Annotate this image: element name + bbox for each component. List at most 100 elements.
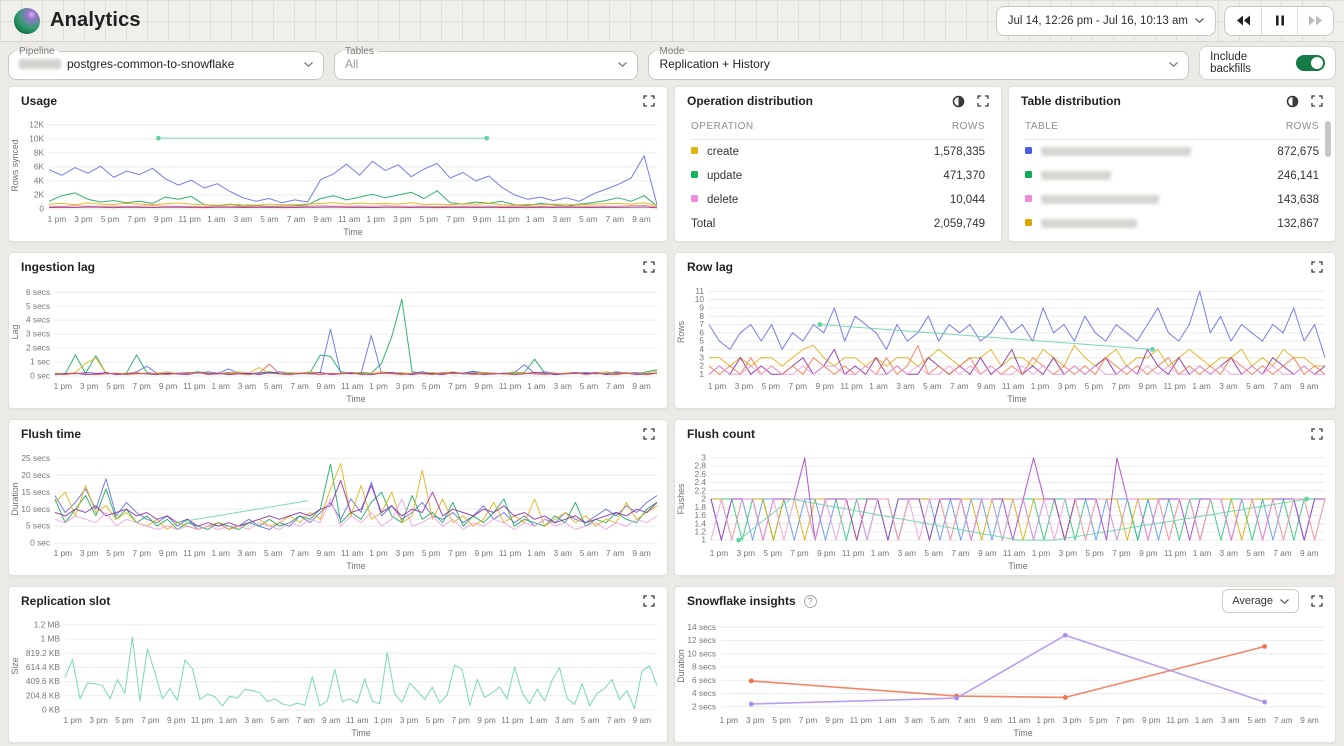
svg-text:7 pm: 7 pm — [448, 548, 467, 558]
svg-text:3 am: 3 am — [1220, 548, 1239, 558]
expand-icon[interactable] — [1311, 595, 1323, 607]
svg-text:3 am: 3 am — [245, 715, 264, 725]
svg-text:5 pm: 5 pm — [1089, 715, 1108, 725]
include-backfills-label: Include backfills — [1210, 51, 1288, 75]
svg-text:1 pm: 1 pm — [710, 548, 729, 558]
series-swatch-icon — [691, 195, 698, 202]
app-logo — [14, 8, 40, 34]
svg-text:14 secs: 14 secs — [687, 622, 716, 632]
svg-text:11 am: 11 am — [341, 381, 364, 391]
svg-text:1 pm: 1 pm — [48, 214, 67, 224]
svg-text:3 am: 3 am — [553, 381, 572, 391]
expand-icon[interactable] — [643, 595, 655, 607]
rewind-button[interactable] — [1225, 7, 1261, 35]
total-row: Total2,059,749 — [691, 212, 985, 236]
date-range-button[interactable]: Jul 14, 12:26 pm - Jul 16, 10:13 am — [996, 6, 1216, 36]
svg-text:9 pm: 9 pm — [815, 381, 834, 391]
svg-text:7 pm: 7 pm — [1116, 715, 1135, 725]
svg-text:3 am: 3 am — [1221, 715, 1240, 725]
pause-button[interactable] — [1261, 7, 1297, 35]
svg-text:1 pm: 1 pm — [369, 381, 388, 391]
svg-text:7 am: 7 am — [607, 715, 626, 725]
svg-text:8K: 8K — [34, 147, 45, 157]
expand-icon[interactable] — [643, 95, 655, 107]
svg-text:Size: Size — [10, 657, 20, 674]
tables-select[interactable]: Tables All — [334, 46, 638, 80]
pipeline-value: postgres-common-to-snowflake — [67, 57, 234, 71]
aggregation-select[interactable]: Average — [1222, 589, 1299, 613]
pipeline-select[interactable]: Pipeline postgres-common-to-snowflake — [8, 46, 324, 80]
expand-icon[interactable] — [643, 428, 655, 440]
svg-text:Time: Time — [351, 728, 370, 738]
flush-count-chart-svg: 11.21.41.61.822.22.42.62.831 pm3 pm5 pm7… — [675, 448, 1335, 573]
svg-text:Time: Time — [1008, 561, 1027, 571]
svg-text:7 am: 7 am — [950, 381, 969, 391]
chevron-down-icon — [1195, 18, 1204, 23]
help-icon[interactable]: ? — [804, 595, 817, 608]
svg-text:11 pm: 11 pm — [1164, 548, 1187, 558]
svg-text:3 pm: 3 pm — [1058, 381, 1077, 391]
expand-icon[interactable] — [1311, 428, 1323, 440]
svg-text:3 secs: 3 secs — [26, 329, 50, 339]
svg-text:Time: Time — [343, 227, 362, 237]
svg-text:11 am: 11 am — [1002, 381, 1025, 391]
expand-icon[interactable] — [1311, 261, 1323, 273]
svg-text:5 am: 5 am — [923, 381, 942, 391]
svg-text:5 am: 5 am — [581, 715, 600, 725]
row-value: 471,370 — [853, 164, 985, 188]
pie-chart-icon[interactable] — [1286, 95, 1299, 108]
svg-text:1 am: 1 am — [527, 381, 546, 391]
svg-text:3 am: 3 am — [552, 214, 571, 224]
svg-text:5 pm: 5 pm — [115, 715, 134, 725]
svg-text:5 secs: 5 secs — [26, 521, 50, 531]
svg-text:9 pm: 9 pm — [1142, 715, 1161, 725]
scrollbar[interactable] — [1325, 121, 1331, 157]
svg-text:5 am: 5 am — [580, 548, 599, 558]
svg-text:9 pm: 9 pm — [159, 381, 178, 391]
svg-text:1 am: 1 am — [211, 548, 230, 558]
svg-text:2 secs: 2 secs — [692, 701, 716, 711]
svg-text:5 am: 5 am — [260, 214, 279, 224]
expand-icon[interactable] — [643, 261, 655, 273]
svg-text:1 am: 1 am — [1192, 381, 1211, 391]
snowflake-insights-card: Snowflake insights ? Average 2 secs4 sec… — [674, 586, 1336, 743]
filter-bar: Pipeline postgres-common-to-snowflake Ta… — [0, 42, 1344, 82]
table-row: create1,578,335 — [691, 140, 985, 165]
svg-text:5 pm: 5 pm — [106, 381, 125, 391]
aggregation-value: Average — [1232, 595, 1273, 607]
date-range-label: Jul 14, 12:26 pm - Jul 16, 10:13 am — [1008, 15, 1188, 27]
svg-text:9 pm: 9 pm — [159, 548, 178, 558]
include-backfills-toggle[interactable] — [1296, 55, 1325, 71]
svg-text:9 am: 9 am — [632, 548, 651, 558]
svg-text:9 am: 9 am — [984, 715, 1003, 725]
column-header: TABLE — [1025, 115, 1263, 140]
chevron-down-icon — [1169, 62, 1178, 67]
svg-text:5 am: 5 am — [580, 381, 599, 391]
expand-icon[interactable] — [1311, 95, 1323, 107]
svg-text:11 pm: 11 pm — [1166, 715, 1189, 725]
svg-text:7 pm: 7 pm — [448, 381, 467, 391]
expand-icon[interactable] — [977, 95, 989, 107]
svg-text:1 am: 1 am — [869, 381, 888, 391]
column-header: ROWS — [1263, 115, 1319, 140]
fast-forward-button[interactable] — [1297, 7, 1333, 35]
svg-text:11 am: 11 am — [341, 548, 364, 558]
svg-text:9 pm: 9 pm — [1139, 548, 1158, 558]
svg-text:9 am: 9 am — [978, 548, 997, 558]
mode-select[interactable]: Mode Replication + History — [648, 46, 1189, 80]
table-row: 872,675 — [1025, 140, 1319, 165]
svg-text:10 secs: 10 secs — [687, 648, 716, 658]
svg-text:7 pm: 7 pm — [790, 548, 809, 558]
svg-text:1 am: 1 am — [527, 548, 546, 558]
toggle-knob — [1311, 57, 1323, 69]
table-row: 84,567 — [1025, 236, 1319, 242]
svg-text:3 pm: 3 pm — [1063, 715, 1082, 725]
svg-text:2 secs: 2 secs — [26, 343, 50, 353]
row-lag-title: Row lag — [687, 260, 733, 274]
blurred-table-name — [1041, 147, 1191, 156]
row-value: 84,567 — [1263, 236, 1319, 242]
pie-chart-icon[interactable] — [952, 95, 965, 108]
svg-text:1 am: 1 am — [526, 214, 545, 224]
svg-text:4K: 4K — [34, 176, 45, 186]
svg-text:10K: 10K — [29, 133, 44, 143]
